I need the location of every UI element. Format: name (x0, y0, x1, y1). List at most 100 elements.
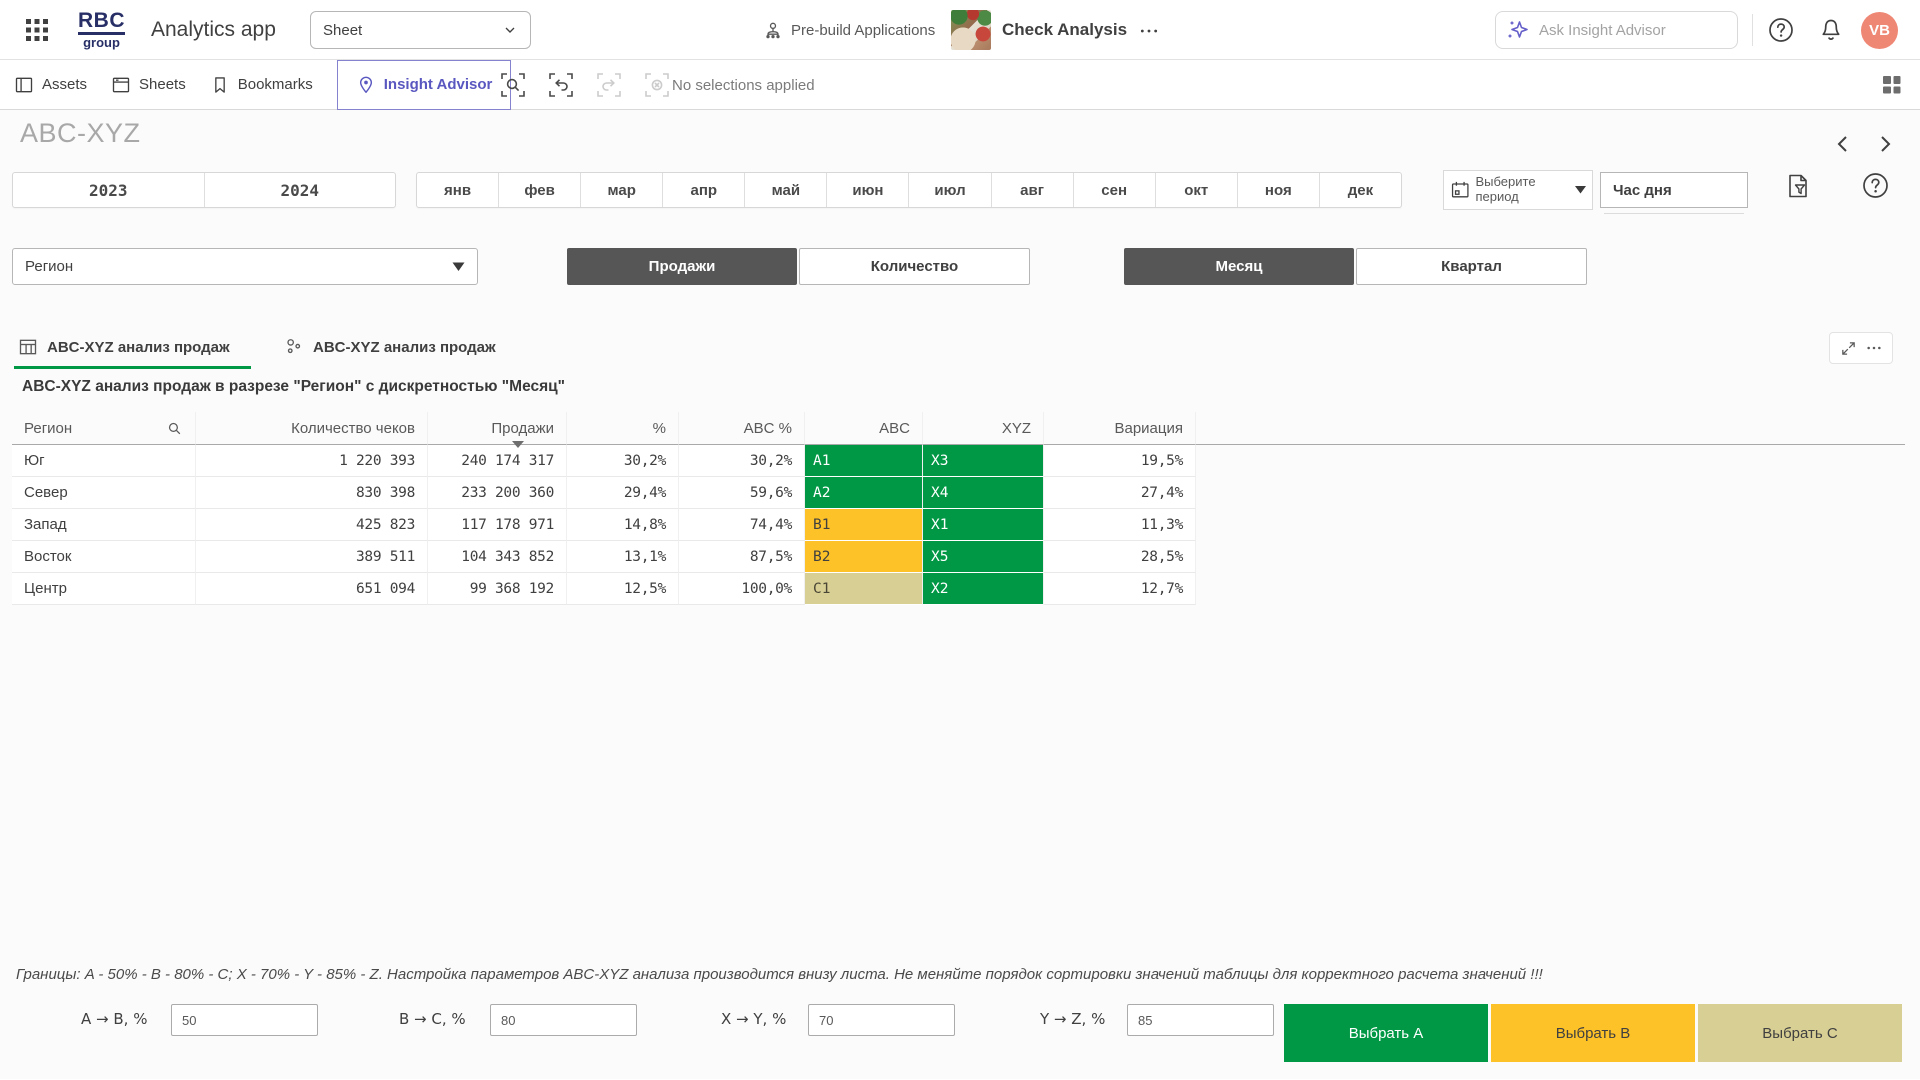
column-search-icon[interactable] (166, 420, 183, 437)
month-button[interactable]: янв (417, 173, 499, 207)
table-cell-abc[interactable]: A2 (805, 477, 923, 509)
table-cell-pct[interactable]: 14,8% (567, 509, 679, 541)
column-header-abc[interactable]: ABC (805, 412, 923, 445)
param-input-x-y[interactable] (808, 1004, 955, 1036)
table-cell-region[interactable]: Юг (12, 445, 196, 477)
next-sheet-icon[interactable] (1872, 132, 1896, 156)
select-a-button[interactable]: Выбрать A (1284, 1004, 1488, 1062)
table-cell-pct[interactable]: 29,4% (567, 477, 679, 509)
table-cell-variation[interactable]: 11,3% (1044, 509, 1196, 541)
table-cell-sales[interactable]: 233 200 360 (428, 477, 567, 509)
avatar[interactable]: VB (1861, 12, 1898, 49)
search-selections-icon[interactable] (500, 72, 526, 98)
object-more-icon[interactable] (1866, 340, 1882, 356)
month-button[interactable]: июн (827, 173, 909, 207)
search-input[interactable] (1539, 22, 1709, 39)
insight-advisor-search[interactable] (1495, 11, 1738, 49)
param-input-b-c[interactable] (490, 1004, 637, 1036)
app-thumbnail[interactable] (951, 10, 991, 50)
notifications-bell-icon[interactable] (1818, 17, 1844, 43)
select-c-button[interactable]: Выбрать C (1698, 1004, 1902, 1062)
table-cell-abc[interactable]: B1 (805, 509, 923, 541)
year-2023-button[interactable]: 2023 (13, 173, 205, 207)
table-cell-variation[interactable]: 12,7% (1044, 573, 1196, 605)
bookmarks-button[interactable]: Bookmarks (210, 75, 313, 95)
redo-selection-icon[interactable] (596, 72, 622, 98)
table-cell-abc-pct[interactable]: 74,4% (679, 509, 805, 541)
table-cell-abc-pct[interactable]: 59,6% (679, 477, 805, 509)
column-header-pct[interactable]: % (567, 412, 679, 445)
table-cell-checks[interactable]: 425 823 (196, 509, 428, 541)
column-header-abc-pct[interactable]: ABC % (679, 412, 805, 445)
table-cell-variation[interactable]: 19,5% (1044, 445, 1196, 477)
current-app-name[interactable]: Check Analysis (1002, 0, 1127, 60)
table-cell-variation[interactable]: 27,4% (1044, 477, 1196, 509)
measure-sales-button[interactable]: Продажи (567, 248, 797, 285)
expand-icon[interactable] (1840, 340, 1857, 357)
table-cell-checks[interactable]: 1 220 393 (196, 445, 428, 477)
table-cell-checks[interactable]: 389 511 (196, 541, 428, 573)
month-button[interactable]: авг (992, 173, 1074, 207)
column-header-variation[interactable]: Вариация (1044, 412, 1196, 445)
table-cell-xyz[interactable]: X5 (923, 541, 1044, 573)
year-2024-button[interactable]: 2024 (205, 173, 396, 207)
month-button[interactable]: июл (909, 173, 991, 207)
sheet-selector[interactable]: Sheet (310, 11, 531, 49)
granularity-quarter-button[interactable]: Квартал (1356, 248, 1587, 285)
param-input-y-z[interactable] (1127, 1004, 1274, 1036)
table-cell-sales[interactable]: 104 343 852 (428, 541, 567, 573)
param-input-a-b[interactable] (171, 1004, 318, 1036)
table-cell-pct[interactable]: 12,5% (567, 573, 679, 605)
month-button[interactable]: сен (1074, 173, 1156, 207)
table-cell-abc-pct[interactable]: 30,2% (679, 445, 805, 477)
month-button[interactable]: окт (1156, 173, 1238, 207)
table-cell-variation[interactable]: 28,5% (1044, 541, 1196, 573)
column-header-xyz[interactable]: XYZ (923, 412, 1044, 445)
undo-selection-icon[interactable] (548, 72, 574, 98)
tab-abc-xyz-scatter[interactable]: ABC-XYZ анализ продаж (284, 330, 496, 364)
clear-selections-icon[interactable] (644, 72, 670, 98)
measure-quantity-button[interactable]: Количество (799, 248, 1030, 285)
region-filter-dropdown[interactable]: Регион (12, 248, 478, 285)
month-button[interactable]: фев (499, 173, 581, 207)
table-cell-checks[interactable]: 651 094 (196, 573, 428, 605)
granularity-month-button[interactable]: Месяц (1124, 248, 1354, 285)
period-picker[interactable]: Выберите период (1443, 170, 1593, 210)
month-button[interactable]: дек (1320, 173, 1401, 207)
table-cell-pct[interactable]: 30,2% (567, 445, 679, 477)
table-cell-region[interactable]: Запад (12, 509, 196, 541)
month-button[interactable]: ноя (1238, 173, 1320, 207)
table-cell-region[interactable]: Север (12, 477, 196, 509)
table-cell-pct[interactable]: 13,1% (567, 541, 679, 573)
column-header-checks[interactable]: Количество чеков (196, 412, 428, 445)
tab-abc-xyz-table[interactable]: ABC-XYZ анализ продаж (18, 330, 230, 364)
app-launcher-icon[interactable] (24, 17, 50, 43)
table-cell-abc[interactable]: C1 (805, 573, 923, 605)
column-header-region[interactable]: Регион (12, 412, 196, 445)
table-cell-sales[interactable]: 117 178 971 (428, 509, 567, 541)
sheets-button[interactable]: Sheets (111, 75, 186, 95)
prebuild-applications-link[interactable]: Pre-build Applications (763, 0, 935, 60)
assets-button[interactable]: Assets (14, 75, 87, 95)
column-header-sales[interactable]: Продажи (428, 412, 567, 445)
table-cell-abc[interactable]: B2 (805, 541, 923, 573)
table-cell-xyz[interactable]: X4 (923, 477, 1044, 509)
month-button[interactable]: апр (663, 173, 745, 207)
table-cell-xyz[interactable]: X3 (923, 445, 1044, 477)
sheet-layout-icon[interactable] (1880, 73, 1904, 97)
month-button[interactable]: май (745, 173, 827, 207)
table-cell-abc-pct[interactable]: 87,5% (679, 541, 805, 573)
table-cell-region[interactable]: Центр (12, 573, 196, 605)
table-cell-xyz[interactable]: X2 (923, 573, 1044, 605)
table-cell-abc-pct[interactable]: 100,0% (679, 573, 805, 605)
select-b-button[interactable]: Выбрать B (1491, 1004, 1695, 1062)
help-icon[interactable] (1768, 17, 1794, 43)
table-cell-sales[interactable]: 99 368 192 (428, 573, 567, 605)
table-cell-xyz[interactable]: X1 (923, 509, 1044, 541)
hour-filter-listbox[interactable]: Час дня (1600, 172, 1748, 208)
table-cell-sales[interactable]: 240 174 317 (428, 445, 567, 477)
insight-advisor-button[interactable]: Insight Advisor (337, 60, 512, 110)
table-cell-checks[interactable]: 830 398 (196, 477, 428, 509)
filter-pane-icon[interactable] (1784, 172, 1812, 200)
table-cell-region[interactable]: Восток (12, 541, 196, 573)
